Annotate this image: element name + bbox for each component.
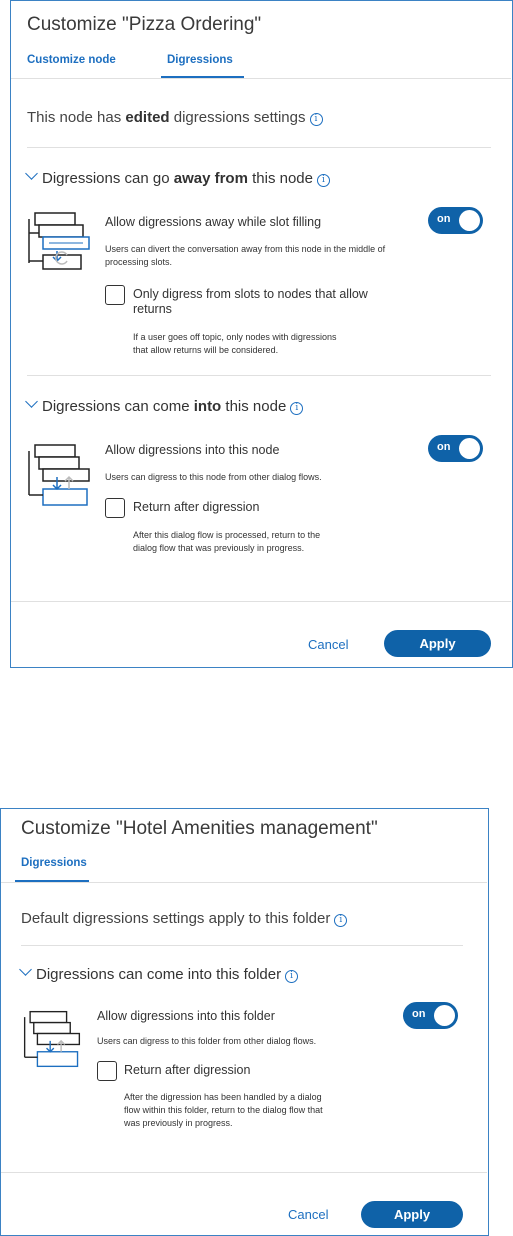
help-line: flow within this folder, return to the d…	[124, 1105, 323, 1115]
toggle-label-into-folder: Allow digressions into this folder	[97, 1009, 275, 1023]
section-into-folder-heading[interactable]: Digressions can come into this folder i	[19, 963, 299, 983]
panel-title: Customize "Hotel Amenities management"	[21, 818, 378, 839]
help-line: that allow returns will be considered.	[133, 345, 279, 355]
tab-divider	[1, 882, 487, 883]
return-help: After the digression has been handled by…	[124, 1091, 323, 1130]
info-icon[interactable]: i	[309, 113, 323, 126]
info-icon[interactable]: i	[334, 914, 348, 927]
return-after-digression-checkbox[interactable]	[97, 1061, 117, 1081]
heading-text: Digressions can come into this folder	[36, 966, 282, 983]
apply-button[interactable]: Apply	[384, 630, 491, 657]
toggle-state-text: on	[412, 1008, 426, 1020]
heading-bold: away from	[173, 170, 248, 187]
toggle-state-text: on	[437, 213, 451, 225]
cancel-button[interactable]: Cancel	[288, 1207, 328, 1222]
cancel-button[interactable]: Cancel	[308, 637, 348, 652]
tab-customize-node[interactable]: Customize node	[27, 54, 116, 66]
toggle-into[interactable]: on	[428, 435, 483, 462]
chevron-down-icon[interactable]	[25, 167, 38, 180]
help-line: After the digression has been handled by…	[124, 1092, 322, 1102]
tab-digressions[interactable]: Digressions	[21, 857, 87, 869]
help-line: processing slots.	[105, 257, 173, 267]
toggle-label-away: Allow digressions away while slot fillin…	[105, 215, 322, 229]
toggle-knob	[459, 438, 480, 459]
customize-pizza-ordering-panel: Customize "Pizza Ordering" Customize nod…	[10, 0, 513, 668]
help-line: was previously in progress.	[124, 1118, 233, 1128]
heading-bold: into	[193, 398, 222, 415]
toggle-away[interactable]: on	[428, 207, 483, 234]
toggle-label-into: Allow digressions into this node	[105, 443, 280, 457]
toggle-into-folder[interactable]: on	[403, 1002, 458, 1029]
apply-button[interactable]: Apply	[361, 1201, 463, 1228]
status-text: This node has edited digressions setting…	[27, 109, 323, 126]
help-line: dialog flow that was previously in progr…	[133, 543, 305, 553]
heading-prefix: Digressions can go	[42, 170, 174, 187]
heading-suffix: this node	[221, 398, 287, 415]
checkbox-label-line: Only digress from slots to nodes that al…	[133, 287, 368, 301]
help-line: Users can divert the conversation away f…	[105, 244, 386, 254]
toggle-knob	[434, 1005, 455, 1026]
section-into-heading[interactable]: Digressions can come into this node i	[25, 395, 304, 415]
divider	[21, 945, 463, 946]
return-after-digression-label: Return after digression	[133, 500, 260, 514]
heading-suffix: this node	[247, 170, 313, 187]
status-bold: edited	[125, 109, 170, 126]
only-digress-help: If a user goes off topic, only nodes wit…	[133, 331, 336, 357]
help-line: If a user goes off topic, only nodes wit…	[133, 332, 337, 342]
into-help-text: Users can digress to this node from othe…	[105, 472, 322, 482]
return-after-digression-label: Return after digression	[124, 1063, 251, 1077]
divider	[27, 147, 491, 148]
divider	[27, 375, 491, 376]
toggle-state-text: on	[437, 441, 451, 453]
customize-hotel-amenities-panel: Customize "Hotel Amenities management" D…	[0, 808, 489, 1236]
digression-away-illustration	[28, 212, 90, 270]
only-digress-checkbox[interactable]	[105, 285, 125, 305]
info-icon[interactable]: i	[316, 174, 330, 187]
checkbox-label-line: returns	[133, 302, 172, 316]
panel-title: Customize "Pizza Ordering"	[27, 14, 262, 35]
section-away-heading[interactable]: Digressions can go away from this node i	[25, 167, 330, 187]
info-icon[interactable]: i	[290, 402, 304, 415]
away-help-text: Users can divert the conversation away f…	[105, 243, 385, 269]
status-prefix: This node has	[27, 109, 126, 126]
chevron-down-icon[interactable]	[19, 963, 32, 976]
digression-into-illustration	[28, 444, 90, 506]
status-label: Default digressions settings apply to th…	[21, 910, 331, 927]
return-help: After this dialog flow is processed, ret…	[133, 529, 320, 555]
status-suffix: digressions settings	[169, 109, 306, 126]
footer-divider	[1, 1172, 487, 1173]
help-line: After this dialog flow is processed, ret…	[133, 530, 321, 540]
heading-prefix: Digressions can come	[42, 398, 194, 415]
digression-into-illustration	[23, 1010, 81, 1068]
tab-digressions[interactable]: Digressions	[167, 54, 233, 66]
chevron-down-icon[interactable]	[25, 395, 38, 408]
into-folder-help: Users can digress to this folder from ot…	[97, 1036, 317, 1046]
toggle-knob	[459, 210, 480, 231]
tab-divider	[11, 78, 511, 79]
return-after-digression-checkbox[interactable]	[105, 498, 125, 518]
status-text: Default digressions settings apply to th…	[21, 910, 348, 927]
info-icon[interactable]: i	[285, 970, 299, 983]
only-digress-label: Only digress from slots to nodes that al…	[133, 287, 368, 317]
footer-divider	[11, 601, 511, 602]
